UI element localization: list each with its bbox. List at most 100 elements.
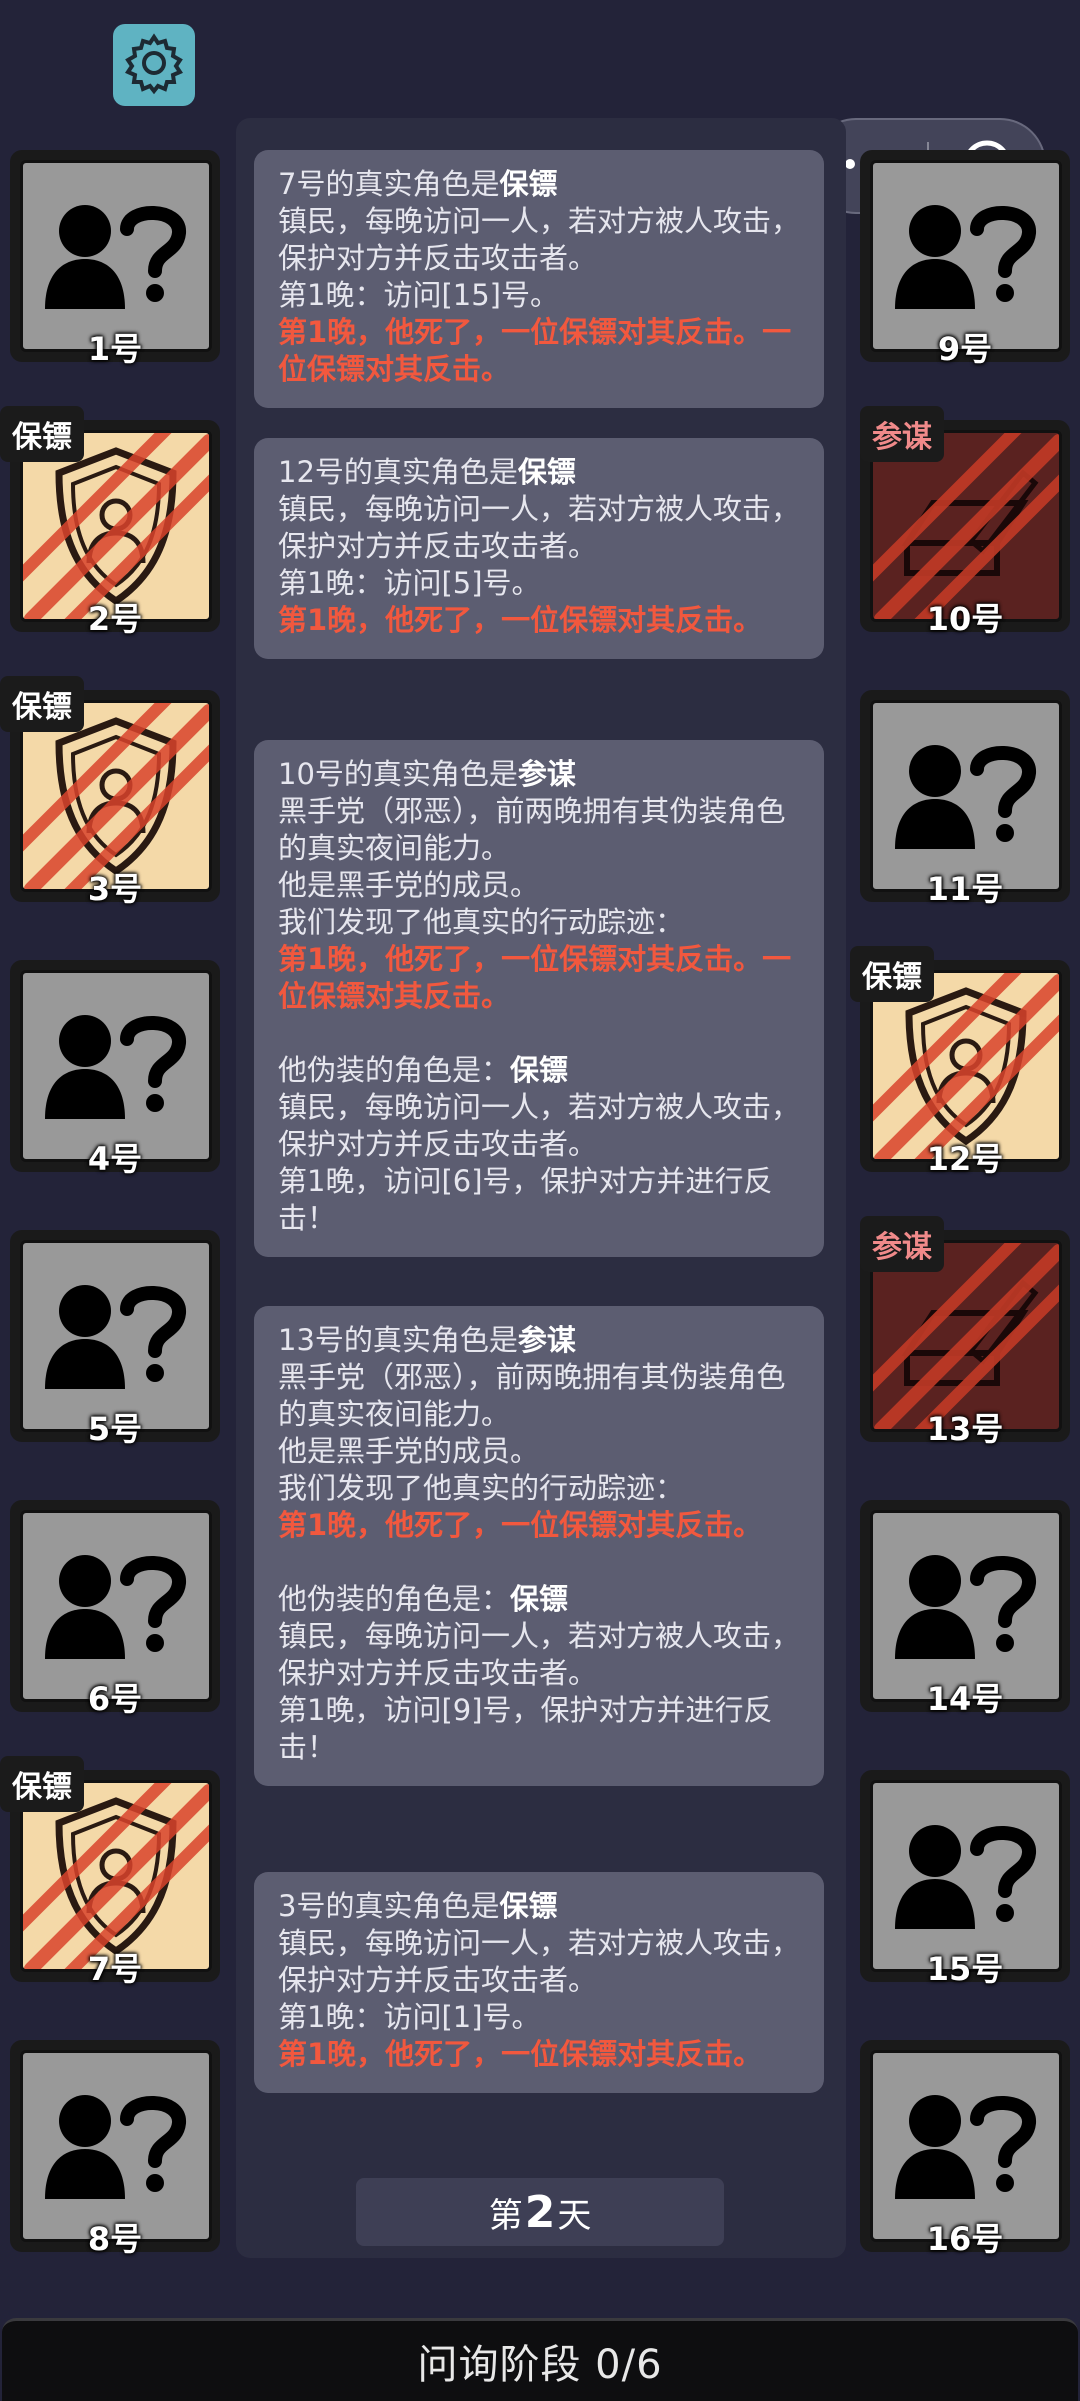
player-card-15[interactable]: 15号 <box>860 1770 1070 1988</box>
player-card-12[interactable]: 12号 保镖 <box>850 946 1070 1178</box>
entry-text: 他是黑手党的成员。 <box>278 1433 800 1470</box>
entry-line-text: 第1晚，他死了，一位保镖对其反击。 <box>278 603 763 637</box>
player-number: 15号 <box>926 1950 1004 1988</box>
entry-line-text: 第1晚，他死了，一位保镖对其反击。 <box>278 2037 763 2071</box>
log-entry: 13号的真实角色是参谋 黑手党（邪恶），前两晚拥有其伪装角色的真实夜间能力。 他是黑… <box>254 1306 824 1786</box>
entry-death-note: 第1晚，他死了，一位保镖对其反击。一位保镖对其反击。 <box>278 941 800 1015</box>
entry-spacer <box>278 1544 800 1581</box>
entry-text: 第1晚：访问[15]号。 <box>278 277 800 314</box>
entry-title-role: 保镖 <box>499 167 558 201</box>
entry-line-text: 他是黑手党的成员。 <box>278 1434 540 1468</box>
entry-title-prefix: 7号的真实角色是 <box>278 167 500 201</box>
entry-line-text: 第1晚，他死了，一位保镖对其反击。 <box>278 1508 763 1542</box>
entry-death-note: 第1晚，他死了，一位保镖对其反击。 <box>278 2036 800 2073</box>
entry-title: 13号的真实角色是参谋 <box>278 1322 800 1359</box>
entry-text: 他伪装的角色是：保镖 <box>278 1581 800 1618</box>
entry-line-text: 镇民，每晚访问一人，若对方被人攻击，保护对方并反击攻击者。 <box>278 1619 801 1690</box>
entry-title-role: 保镖 <box>517 455 576 489</box>
day-suffix: 天 <box>557 2195 592 2236</box>
player-card-4[interactable]: 4号 <box>10 960 220 1178</box>
entry-title-prefix: 12号的真实角色是 <box>278 455 518 489</box>
phase-bar: 问询阶段 0/6 <box>2 2318 1078 2401</box>
role-tag: 参谋 <box>860 406 944 462</box>
player-number: 6号 <box>87 1680 143 1718</box>
role-tag: 保镖 <box>0 406 84 462</box>
entry-line-text: 第1晚，他死了，一位保镖对其反击。一位保镖对其反击。 <box>278 315 792 386</box>
player-card-13[interactable]: 13号 参谋 <box>860 1216 1070 1448</box>
entry-line-text: 黑手党（邪恶），前两晚拥有其伪装角色的真实夜间能力。 <box>278 1360 786 1431</box>
entry-line-text: 他是黑手党的成员。 <box>278 868 540 902</box>
role-tag: 保镖 <box>850 946 934 1002</box>
entry-title-role: 参谋 <box>517 757 576 791</box>
entry-title-prefix: 3号的真实角色是 <box>278 1889 500 1923</box>
entry-death-note: 第1晚，他死了，一位保镖对其反击。一位保镖对其反击。 <box>278 314 800 388</box>
player-card-10[interactable]: 10号 参谋 <box>860 406 1070 638</box>
entry-line-role: 保镖 <box>510 1582 569 1616</box>
player-number: 16号 <box>926 2220 1004 2258</box>
entry-title-role: 参谋 <box>517 1323 576 1357</box>
entry-death-note: 第1晚，他死了，一位保镖对其反击。 <box>278 602 800 639</box>
player-number: 5号 <box>87 1410 143 1448</box>
entry-line-text: 镇民，每晚访问一人，若对方被人攻击，保护对方并反击攻击者。 <box>278 1926 801 1997</box>
entry-text: 第1晚，访问[9]号，保护对方并进行反击！ <box>278 1692 800 1766</box>
entry-text: 我们发现了他真实的行动踪迹： <box>278 904 800 941</box>
entry-text: 第1晚，访问[6]号，保护对方并进行反击！ <box>278 1163 800 1237</box>
day-prefix: 第 <box>488 2195 523 2236</box>
entry-line-text: 黑手党（邪恶），前两晚拥有其伪装角色的真实夜间能力。 <box>278 794 786 865</box>
player-card-6[interactable]: 6号 <box>10 1500 220 1718</box>
entry-text: 第1晚：访问[5]号。 <box>278 565 800 602</box>
entry-spacer <box>278 1015 800 1052</box>
settings-button[interactable] <box>113 24 195 106</box>
role-tag: 保镖 <box>0 1756 84 1812</box>
entry-text: 镇民，每晚访问一人，若对方被人攻击，保护对方并反击攻击者。 <box>278 491 800 565</box>
entry-title: 12号的真实角色是保镖 <box>278 454 800 491</box>
player-number: 8号 <box>87 2220 143 2258</box>
log-entry: 7号的真实角色是保镖 镇民，每晚访问一人，若对方被人攻击，保护对方并反击攻击者。第… <box>254 150 824 408</box>
entry-title-prefix: 10号的真实角色是 <box>278 757 518 791</box>
log-entry: 12号的真实角色是保镖 镇民，每晚访问一人，若对方被人攻击，保护对方并反击攻击者。… <box>254 438 824 659</box>
log-entry: 10号的真实角色是参谋 黑手党（邪恶），前两晚拥有其伪装角色的真实夜间能力。 他是黑… <box>254 740 824 1257</box>
entry-text: 黑手党（邪恶），前两晚拥有其伪装角色的真实夜间能力。 <box>278 1359 800 1433</box>
entry-death-note: 第1晚，他死了，一位保镖对其反击。 <box>278 1507 800 1544</box>
entry-title-prefix: 13号的真实角色是 <box>278 1323 518 1357</box>
player-number: 7号 <box>87 1950 143 1988</box>
entry-line-text: 第1晚，访问[9]号，保护对方并进行反击！ <box>278 1693 773 1764</box>
player-card-3[interactable]: 3号 保镖 <box>0 676 220 908</box>
player-card-14[interactable]: 14号 <box>860 1500 1070 1718</box>
phase-label: 问询阶段 0/6 <box>417 2342 663 2388</box>
entry-text: 镇民，每晚访问一人，若对方被人攻击，保护对方并反击攻击者。 <box>278 1089 800 1163</box>
entry-line-text: 他伪装的角色是： <box>278 1582 511 1616</box>
entry-text: 镇民，每晚访问一人，若对方被人攻击，保护对方并反击攻击者。 <box>278 203 800 277</box>
entry-text: 第1晚：访问[1]号。 <box>278 1999 800 2036</box>
player-number: 11号 <box>926 870 1004 908</box>
player-number: 12号 <box>926 1140 1004 1178</box>
entry-text: 我们发现了他真实的行动踪迹： <box>278 1470 800 1507</box>
player-card-2[interactable]: 2号 保镖 <box>0 406 220 638</box>
entry-text: 他是黑手党的成员。 <box>278 867 800 904</box>
role-tag: 参谋 <box>860 1216 944 1272</box>
player-card-8[interactable]: 8号 <box>10 2040 220 2258</box>
player-card-9[interactable]: 9号 <box>860 150 1070 368</box>
entry-line-text: 镇民，每晚访问一人，若对方被人攻击，保护对方并反击攻击者。 <box>278 1090 801 1161</box>
entry-line-role: 保镖 <box>510 1053 569 1087</box>
player-number: 9号 <box>937 330 993 368</box>
player-number: 13号 <box>926 1410 1004 1448</box>
player-card-11[interactable]: 11号 <box>860 690 1070 908</box>
entry-line-text: 第1晚，他死了，一位保镖对其反击。一位保镖对其反击。 <box>278 942 792 1013</box>
player-card-16[interactable]: 16号 <box>860 2040 1070 2258</box>
entry-line-text: 第1晚：访问[5]号。 <box>278 566 541 600</box>
player-number: 2号 <box>87 600 143 638</box>
entry-line-text: 镇民，每晚访问一人，若对方被人攻击，保护对方并反击攻击者。 <box>278 492 801 563</box>
day-indicator: 第 2 天 <box>356 2178 724 2246</box>
entry-line-text: 他伪装的角色是： <box>278 1053 511 1087</box>
player-card-7[interactable]: 7号 保镖 <box>0 1756 220 1988</box>
player-number: 3号 <box>87 870 143 908</box>
player-number: 4号 <box>87 1140 143 1178</box>
player-number: 14号 <box>926 1680 1004 1718</box>
entry-line-text: 第1晚：访问[15]号。 <box>278 278 559 312</box>
entry-title: 7号的真实角色是保镖 <box>278 166 800 203</box>
player-card-1[interactable]: 1号 <box>10 150 220 368</box>
day-number: 2 <box>524 2186 556 2238</box>
player-card-5[interactable]: 5号 <box>10 1230 220 1448</box>
entry-title: 10号的真实角色是参谋 <box>278 756 800 793</box>
